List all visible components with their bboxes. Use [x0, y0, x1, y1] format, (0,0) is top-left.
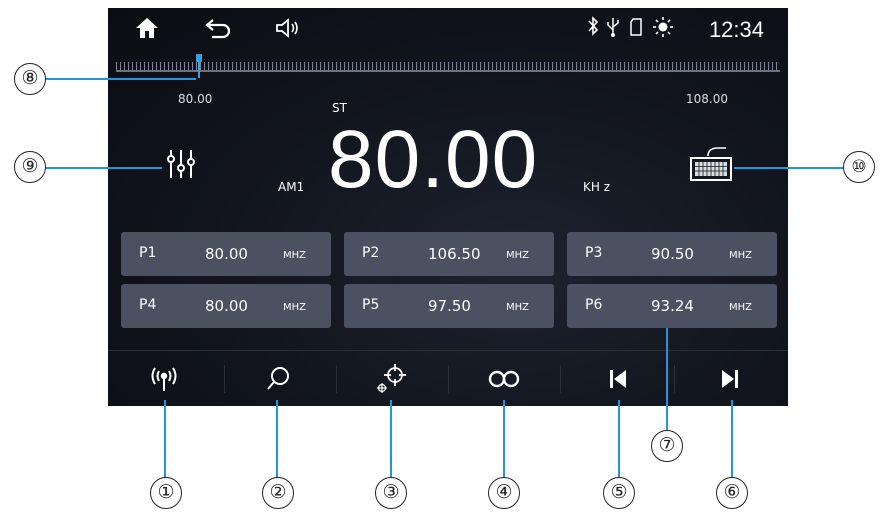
current-frequency: 80.00: [328, 114, 539, 205]
tuning-scale[interactable]: [116, 54, 780, 78]
preset-p4[interactable]: P4 80.00 MHZ: [121, 284, 331, 328]
preset-unit: MHZ: [729, 250, 752, 261]
preset-name: P3: [585, 245, 603, 261]
clock: 12:34: [708, 17, 764, 42]
callout-9: ⑨: [14, 151, 46, 183]
preset-p3[interactable]: P3 90.50 MHZ: [567, 232, 777, 276]
frequency-unit: KH z: [583, 180, 611, 194]
radio-signal-icon[interactable]: [144, 361, 184, 397]
divider: [336, 365, 337, 393]
callout-line-4: [503, 400, 505, 478]
callout-4: ④: [488, 477, 520, 509]
preset-p2[interactable]: P2 106.50 MHZ: [344, 232, 554, 276]
range-max-label: 108.00: [686, 92, 728, 106]
divider: [674, 365, 675, 393]
divider: [560, 365, 561, 393]
equalizer-icon[interactable]: [166, 148, 196, 180]
sd-card-icon: [628, 16, 644, 46]
preset-frequency: 80.00: [205, 297, 248, 315]
back-icon[interactable]: [204, 16, 234, 48]
preset-frequency: 80.00: [205, 245, 248, 263]
callout-10: ⑩: [843, 151, 875, 183]
preset-frequency: 106.50: [428, 245, 481, 263]
usb-icon: [606, 16, 620, 46]
callout-line-9: [44, 167, 162, 169]
search-icon[interactable]: [258, 361, 298, 397]
preset-unit: MHZ: [283, 250, 306, 261]
callout-5: ⑤: [603, 477, 635, 509]
preset-name: P2: [362, 245, 380, 261]
preset-unit: MHZ: [506, 250, 529, 261]
band-label[interactable]: AM1: [278, 180, 304, 194]
callout-2: ②: [262, 477, 294, 509]
keyboard-icon[interactable]: [688, 144, 734, 186]
preset-unit: MHZ: [729, 302, 752, 313]
brightness-icon[interactable]: [652, 16, 674, 46]
preset-name: P1: [139, 245, 157, 261]
range-min-label: 80.00: [178, 92, 213, 106]
status-bar: 12:34: [108, 8, 788, 52]
preset-p5[interactable]: P5 97.50 MHZ: [344, 284, 554, 328]
preset-frequency: 97.50: [428, 297, 471, 315]
preset-frequency: 93.24: [651, 297, 694, 315]
preset-unit: MHZ: [506, 302, 529, 313]
callout-3: ③: [375, 477, 407, 509]
preset-frequency: 90.50: [651, 245, 694, 263]
callout-line-5: [618, 400, 620, 478]
callout-line-6: [731, 400, 733, 478]
callout-6: ⑥: [716, 477, 748, 509]
home-icon[interactable]: [134, 16, 160, 48]
preset-p6[interactable]: P6 93.24 MHZ: [567, 284, 777, 328]
callout-line-1: [164, 400, 166, 478]
preset-p1[interactable]: P1 80.00 MHZ: [121, 232, 331, 276]
scale-baseline: [116, 70, 780, 72]
previous-icon[interactable]: [598, 361, 638, 397]
preset-name: P4: [139, 297, 157, 313]
control-bar: [108, 350, 788, 406]
loop-icon[interactable]: [484, 361, 524, 397]
radio-screen: 12:34 80.00 108.00 ST 80.00 AM1 KH z P1 …: [108, 8, 788, 406]
preset-name: P6: [585, 297, 603, 313]
callout-line-8: [44, 78, 196, 80]
callout-line-7: [666, 328, 668, 430]
callout-1: ①: [150, 477, 182, 509]
callout-line-3: [390, 400, 392, 478]
bluetooth-icon: [586, 16, 600, 45]
preset-name: P5: [362, 297, 380, 313]
next-icon[interactable]: [710, 361, 750, 397]
callout-7: ⑦: [651, 430, 683, 462]
volume-icon[interactable]: [274, 16, 304, 48]
divider: [448, 365, 449, 393]
callout-line-10: [734, 167, 844, 169]
location-icon[interactable]: [372, 361, 412, 397]
divider: [224, 365, 225, 393]
preset-unit: MHZ: [283, 302, 306, 313]
callout-8: ⑧: [14, 63, 46, 95]
scale-ticks: [116, 62, 780, 70]
callout-line-2: [276, 400, 278, 478]
tuning-marker[interactable]: [196, 54, 202, 78]
